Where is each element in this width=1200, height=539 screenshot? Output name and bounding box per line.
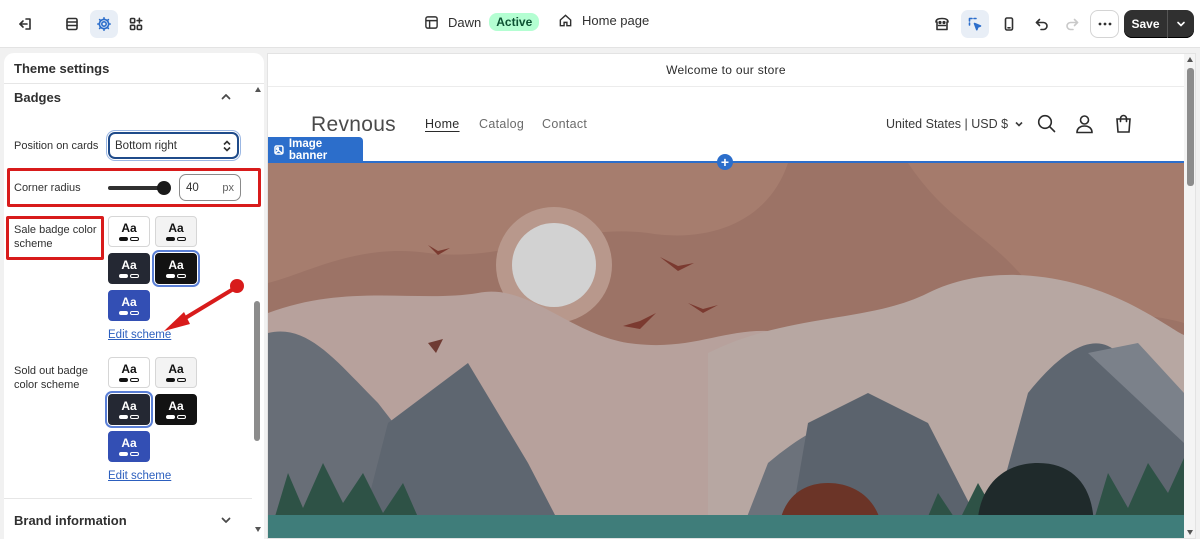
theme-name: Dawn [448, 14, 482, 30]
sections-button[interactable] [58, 10, 86, 38]
color-scheme-swatch[interactable]: Aa [108, 357, 150, 388]
edit-scheme-link[interactable]: Edit scheme [108, 470, 171, 482]
settings-panel: Theme settings Badges Position on cards … [4, 53, 264, 539]
edit-scheme-link[interactable]: Edit scheme [108, 329, 171, 341]
gear-icon [97, 17, 111, 31]
account-icon[interactable] [1074, 113, 1095, 134]
position-value: Bottom right [115, 139, 177, 152]
color-scheme-swatch[interactable]: Aa [108, 216, 150, 247]
theme-selector[interactable]: Dawn Active [424, 13, 540, 31]
chevron-up-icon[interactable] [220, 91, 232, 103]
app-embeds-button[interactable] [122, 10, 150, 38]
scroll-up-arrow[interactable] [255, 87, 261, 92]
color-scheme-swatch[interactable]: Aa [108, 290, 150, 321]
announcement-bar: Welcome to our store [268, 54, 1184, 87]
color-scheme-swatch[interactable]: Aa [108, 431, 150, 462]
theme-store-button[interactable] [928, 10, 956, 38]
color-scheme-swatch-selected[interactable]: Aa [152, 250, 200, 287]
more-actions-button[interactable] [1090, 10, 1119, 38]
sold-out-badge-label: Sold out badge color scheme [14, 365, 89, 391]
badges-section-heading[interactable]: Badges [14, 90, 61, 105]
page-name: Home page [582, 13, 650, 28]
search-icon[interactable] [1036, 113, 1057, 134]
panel-scrollbar[interactable] [253, 83, 264, 539]
redo-icon [1066, 18, 1079, 31]
cart-icon[interactable] [1113, 113, 1134, 134]
annotation-highlight-sale-badge [6, 216, 104, 260]
inspector-button[interactable] [961, 10, 989, 38]
color-scheme-swatch[interactable]: Aa [155, 357, 197, 388]
scroll-up-arrow[interactable] [1187, 57, 1193, 62]
apps-icon [129, 17, 143, 31]
mobile-icon [1004, 17, 1014, 31]
layout-icon [425, 15, 438, 29]
divider [4, 498, 252, 499]
section-tag-image-banner[interactable]: Image banner [268, 137, 363, 162]
save-button[interactable]: Save [1124, 10, 1168, 38]
save-options-button[interactable] [1168, 10, 1194, 38]
editor-topbar: Dawn Active Home page Save [0, 0, 1200, 48]
undo-icon [1035, 18, 1048, 31]
select-arrows-icon [223, 140, 231, 152]
nav-catalog[interactable]: Catalog [479, 117, 524, 131]
status-badge: Active [489, 13, 540, 31]
home-icon [559, 14, 572, 27]
brand-information-heading[interactable]: Brand information [14, 513, 127, 528]
nav-home[interactable]: Home [425, 117, 460, 131]
redo-button[interactable] [1058, 10, 1086, 38]
color-scheme-swatch[interactable]: Aa [155, 394, 197, 425]
region-label: United States | USD $ [886, 117, 1009, 131]
select-cursor-icon [968, 17, 982, 31]
more-horizontal-icon [1098, 22, 1111, 26]
storefront-preview: Welcome to our store Revnous Home Catalo… [267, 53, 1196, 539]
preview-scrollbar[interactable] [1184, 54, 1195, 538]
annotation-highlight-corner-radius [7, 168, 261, 207]
add-section-button[interactable]: + [717, 154, 733, 170]
chevron-down-icon [1177, 21, 1185, 27]
color-scheme-swatch[interactable]: Aa [155, 216, 197, 247]
exit-icon [19, 18, 31, 30]
chevron-down-icon[interactable] [220, 514, 232, 526]
color-scheme-swatch-selected[interactable]: Aa [105, 391, 153, 428]
position-label: Position on cards [14, 140, 99, 152]
scroll-thumb[interactable] [1187, 68, 1194, 186]
region-selector[interactable]: United States | USD $ [886, 117, 1024, 131]
mobile-preview-button[interactable] [995, 10, 1023, 38]
scroll-thumb[interactable] [254, 301, 260, 441]
store-logo[interactable]: Revnous [311, 113, 396, 137]
undo-button[interactable] [1028, 10, 1056, 38]
section-tag-label: Image banner [288, 137, 328, 162]
page-selector[interactable]: Home page [558, 13, 649, 28]
nav-contact[interactable]: Contact [542, 117, 587, 131]
position-select[interactable]: Bottom right [106, 130, 241, 161]
color-scheme-swatch[interactable]: Aa [108, 253, 150, 284]
chevron-down-icon [1015, 121, 1023, 127]
scroll-down-arrow[interactable] [255, 527, 261, 532]
sections-icon [66, 17, 78, 31]
panel-title: Theme settings [14, 61, 110, 76]
scroll-down-arrow[interactable] [1187, 530, 1193, 535]
exit-button[interactable] [11, 10, 39, 38]
theme-settings-button[interactable] [90, 10, 118, 38]
image-icon [274, 144, 284, 155]
image-banner-illustration [268, 163, 1184, 538]
divider [4, 83, 264, 84]
storefront-icon [935, 17, 949, 31]
save-button-group: Save [1124, 10, 1194, 38]
